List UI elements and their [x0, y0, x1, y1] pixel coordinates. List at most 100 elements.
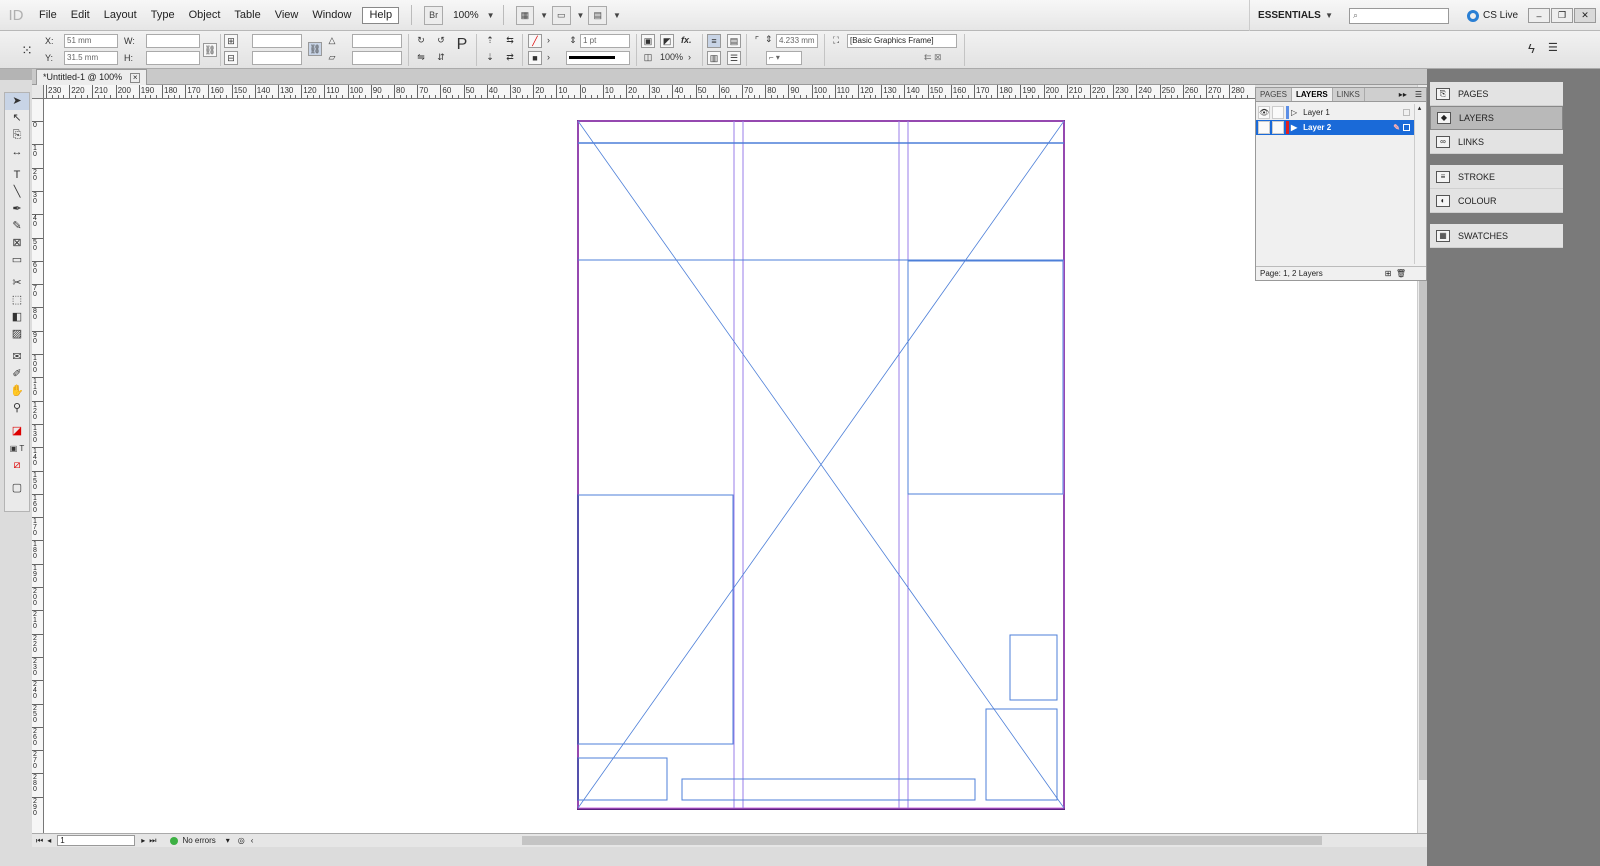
eye-icon[interactable]: 👁	[1258, 106, 1270, 119]
tab-layers[interactable]: LAYERS	[1291, 88, 1333, 101]
first-page-icon[interactable]: ⏮	[36, 836, 43, 846]
layers-scrollbar[interactable]: ▴	[1414, 104, 1424, 264]
expand-triangle-icon[interactable]: ▷	[1291, 108, 1297, 117]
expand-triangle-icon[interactable]: ▶	[1291, 123, 1297, 132]
constrain-scale-icon[interactable]: ⛓	[308, 42, 322, 56]
panel-menu-icon[interactable]: ☰	[1411, 88, 1426, 101]
text-wrap-bbox-icon[interactable]: ▤	[727, 34, 741, 48]
flip-h-icon[interactable]: ⇋	[414, 51, 428, 65]
paragraph-icon[interactable]: P	[455, 37, 469, 53]
scissors-tool-icon[interactable]: ✂	[5, 275, 29, 292]
effects-shadow-icon[interactable]: ◩	[660, 34, 674, 48]
menu-view[interactable]: View	[268, 0, 306, 31]
layer-row-layer-2[interactable]: ▶ Layer 2 ✎	[1256, 120, 1414, 135]
scroll-left-icon[interactable]: ‹	[251, 836, 254, 845]
constrain-proportions-icon[interactable]: ⛓	[203, 43, 217, 57]
rectangle-frame-tool-icon[interactable]: ⊠	[5, 235, 29, 252]
lock-toggle[interactable]	[1272, 121, 1284, 134]
rotate-cw-icon[interactable]: ↻	[414, 34, 428, 48]
ruler-origin[interactable]	[32, 85, 44, 99]
chevron-right-icon[interactable]: ›	[547, 35, 550, 45]
document-tab[interactable]: *Untitled-1 @ 100% ×	[36, 69, 148, 85]
gradient-feather-tool-icon[interactable]: ▨	[5, 326, 29, 343]
layer-row-layer-1[interactable]: 👁 ▷ Layer 1	[1256, 105, 1414, 120]
chevron-down-icon[interactable]: ▾	[226, 836, 230, 845]
panel-menu-icon[interactable]: ☰	[1548, 41, 1558, 54]
text-wrap-jump-icon[interactable]: ☰	[727, 51, 741, 65]
scale-y-field[interactable]	[252, 51, 302, 65]
width-field[interactable]	[146, 34, 200, 48]
workspace-switcher[interactable]: ESSENTIALS ▼	[1249, 0, 1341, 31]
view-options-button[interactable]: ▦	[515, 5, 535, 25]
free-transform-tool-icon[interactable]: ⬚	[5, 292, 29, 309]
dock-layers[interactable]: ◆ LAYERS	[1430, 106, 1563, 130]
text-wrap-none-icon[interactable]: ≡	[707, 34, 721, 48]
chevron-down-icon[interactable]: ▼	[540, 11, 548, 20]
line-tool-icon[interactable]: ╲	[5, 184, 29, 201]
effects-fx-icon[interactable]: fx.	[681, 35, 692, 45]
menu-object[interactable]: Object	[182, 0, 228, 31]
zoom-dropdown-icon[interactable]: ▼	[487, 11, 495, 20]
stroke-swatch-icon[interactable]: ■	[528, 51, 542, 65]
dock-swatches[interactable]: ▦ SWATCHES	[1430, 224, 1563, 248]
hand-tool-icon[interactable]: ✋	[5, 383, 29, 400]
zoom-tool-icon[interactable]: ⚲	[5, 400, 29, 417]
page-number-field[interactable]: 1	[57, 835, 136, 846]
x-position-field[interactable]: 51 mm	[64, 34, 118, 48]
stroke-weight-field[interactable]: 1 pt	[580, 34, 630, 48]
dock-stroke[interactable]: ≡ STROKE	[1430, 165, 1563, 189]
layer-target-icon[interactable]	[1403, 109, 1410, 116]
selection-tool-icon[interactable]: ➤	[5, 93, 29, 110]
stroke-type-select[interactable]	[566, 51, 630, 65]
corner-shape-select[interactable]: ⌐ ▾	[766, 51, 802, 65]
zoom-level[interactable]: 100%	[447, 10, 485, 21]
last-page-icon[interactable]: ⏭	[149, 836, 156, 846]
y-position-field[interactable]: 31.5 mm	[64, 51, 118, 65]
cs-live-button[interactable]: CS Live	[1457, 9, 1528, 22]
select-previous-icon[interactable]: ⇆	[503, 34, 517, 48]
close-icon[interactable]: ×	[130, 72, 141, 83]
visibility-toggle[interactable]	[1258, 121, 1270, 134]
close-window-button[interactable]: ✕	[1574, 8, 1596, 23]
flip-v-icon[interactable]: ⇵	[434, 51, 448, 65]
menu-help[interactable]: Help	[362, 6, 400, 24]
horizontal-ruler[interactable]: 230 220 210 200 190 180 170 160 150 140 130 120 110 1…	[44, 85, 1255, 99]
layer-target-icon[interactable]	[1403, 124, 1410, 131]
tab-links[interactable]: LINKS	[1333, 88, 1365, 101]
chevron-down-icon[interactable]: ▼	[577, 11, 585, 20]
gutter-field[interactable]: 4.233 mm	[776, 34, 818, 48]
vertical-ruler[interactable]: 0 10 20 30 40 50 60 70 80 90 100 110 120 130 140 150 160…	[32, 85, 44, 833]
fill-none-icon[interactable]: ╱	[528, 34, 542, 48]
open-document-icon[interactable]: ◎	[238, 836, 245, 845]
formatting-affects-icon[interactable]: ▣ T	[5, 440, 29, 457]
page-tool-icon[interactable]: ⎘	[5, 127, 29, 144]
help-search-input[interactable]: ⌕	[1348, 7, 1449, 24]
toolbar-header[interactable]	[0, 69, 32, 80]
tab-pages[interactable]: PAGES	[1256, 88, 1292, 101]
note-tool-icon[interactable]: ✉	[5, 349, 29, 366]
shear-field[interactable]	[352, 51, 402, 65]
minimize-button[interactable]: –	[1528, 8, 1550, 23]
reference-point-icon[interactable]: ⁙	[18, 41, 36, 59]
lightning-icon[interactable]: ϟ	[1528, 41, 1535, 56]
chevron-right-icon[interactable]: ›	[688, 52, 691, 62]
pen-tool-icon[interactable]: ✒	[5, 201, 29, 218]
menu-type[interactable]: Type	[144, 0, 182, 31]
apply-none-icon[interactable]: ⧄	[5, 457, 29, 474]
rotation-field[interactable]	[352, 34, 402, 48]
select-next-icon[interactable]: ⇄	[503, 51, 517, 65]
clear-overrides-icon[interactable]: ⇇ ⊠	[924, 52, 942, 63]
restore-button[interactable]: ❐	[1551, 8, 1573, 23]
dock-colour[interactable]: ◐ COLOUR	[1430, 189, 1563, 213]
screen-mode-button[interactable]: ▭	[552, 5, 571, 25]
chevron-down-icon[interactable]: ▼	[613, 11, 621, 20]
dock-pages[interactable]: ⎘ PAGES	[1430, 82, 1563, 106]
object-style-select[interactable]: [Basic Graphics Frame]	[847, 34, 957, 48]
select-container-icon[interactable]: ⇡	[483, 34, 497, 48]
screen-mode-icon[interactable]: ▢	[5, 480, 29, 497]
next-page-icon[interactable]: ▸	[141, 836, 145, 845]
lock-toggle[interactable]	[1272, 106, 1284, 119]
dock-links[interactable]: ∞ LINKS	[1430, 130, 1563, 154]
drop-shadow-icon[interactable]: ▣	[641, 34, 655, 48]
horizontal-scroll-thumb[interactable]	[522, 836, 1322, 845]
